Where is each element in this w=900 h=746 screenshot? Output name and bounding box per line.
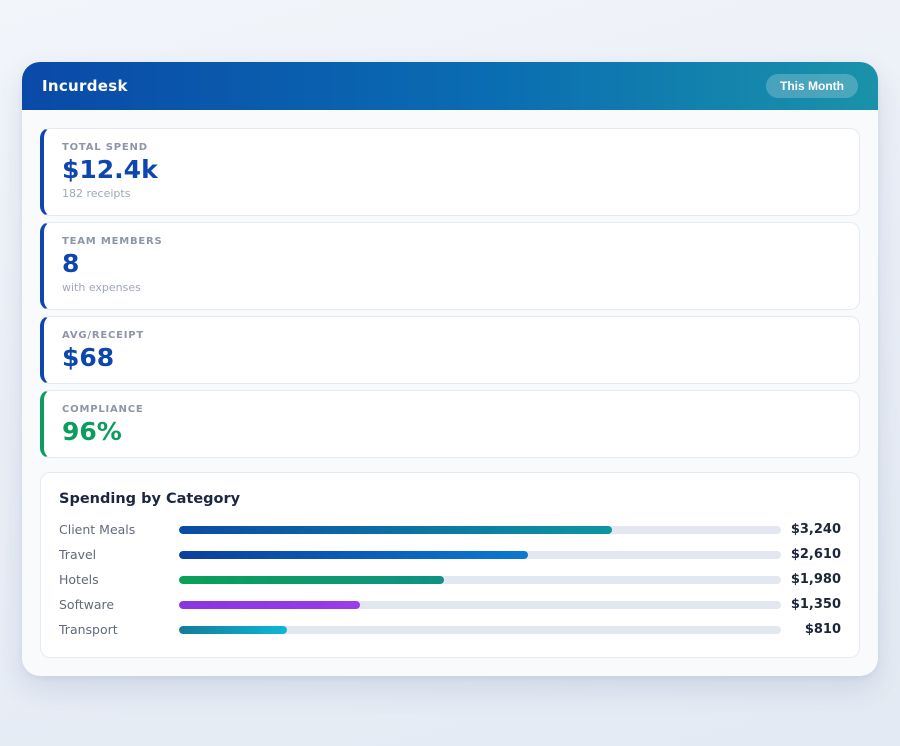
chart-rows: Client Meals $3,240 Travel $2,610 Hotels — [59, 517, 841, 642]
chart-row-travel: Travel $2,610 — [59, 542, 841, 567]
stat-label: TEAM MEMBERS — [62, 236, 163, 247]
chart-title: Spending by Category — [59, 491, 241, 507]
bar-track — [179, 600, 781, 609]
stat-card-team-members: TEAM MEMBERS 8 with expenses — [40, 222, 860, 310]
stat-value: 96% — [62, 417, 122, 446]
app-title: Incurdesk — [42, 77, 128, 95]
stat-value: 8 — [62, 249, 80, 278]
bar-fill — [179, 600, 360, 609]
stat-value: $68 — [62, 343, 115, 372]
bar-fill — [179, 525, 613, 534]
bar-track — [179, 550, 781, 559]
spending-by-category-chart: Spending by Category Client Meals $3,240… — [40, 472, 860, 658]
dashboard-content: TOTAL SPEND $12.4k 182 receipts TEAM MEM… — [22, 110, 878, 676]
bar-value: $1,350 — [790, 597, 841, 612]
chart-row-transport: Transport $810 — [59, 617, 841, 642]
bar-value: $2,610 — [790, 547, 841, 562]
stat-card-total-spend: TOTAL SPEND $12.4k 182 receipts — [40, 128, 860, 216]
bar-fill — [179, 625, 288, 634]
category-label: Hotels — [59, 572, 99, 587]
category-label: Travel — [59, 547, 97, 562]
chart-row-hotels: Hotels $1,980 — [59, 567, 841, 592]
bar-value: $3,240 — [790, 522, 841, 537]
stat-card-compliance: COMPLIANCE 96% — [40, 390, 860, 458]
period-badge[interactable]: This Month — [766, 74, 858, 98]
bar-value: $1,980 — [790, 572, 841, 587]
stat-card-avg-receipt: AVG/RECEIPT $68 — [40, 316, 860, 384]
category-label: Client Meals — [59, 522, 136, 537]
category-label: Software — [59, 597, 115, 612]
stat-label: COMPLIANCE — [62, 404, 144, 415]
bar-fill — [179, 575, 444, 584]
category-label: Transport — [59, 622, 118, 637]
bar-track — [179, 525, 781, 534]
bar-fill — [179, 550, 529, 559]
chart-row-client-meals: Client Meals $3,240 — [59, 517, 841, 542]
stat-label: AVG/RECEIPT — [62, 330, 145, 341]
stat-subtext: 182 receipts — [62, 186, 131, 200]
app-header: Incurdesk This Month — [22, 62, 878, 110]
stat-label: TOTAL SPEND — [62, 142, 148, 153]
dashboard-card: Incurdesk This Month TOTAL SPEND $12.4k … — [22, 62, 878, 676]
stat-subtext: with expenses — [62, 280, 141, 294]
bar-track — [179, 575, 781, 584]
stat-value: $12.4k — [62, 155, 158, 184]
chart-row-software: Software $1,350 — [59, 592, 841, 617]
bar-value: $810 — [804, 622, 841, 637]
bar-track — [179, 625, 781, 634]
